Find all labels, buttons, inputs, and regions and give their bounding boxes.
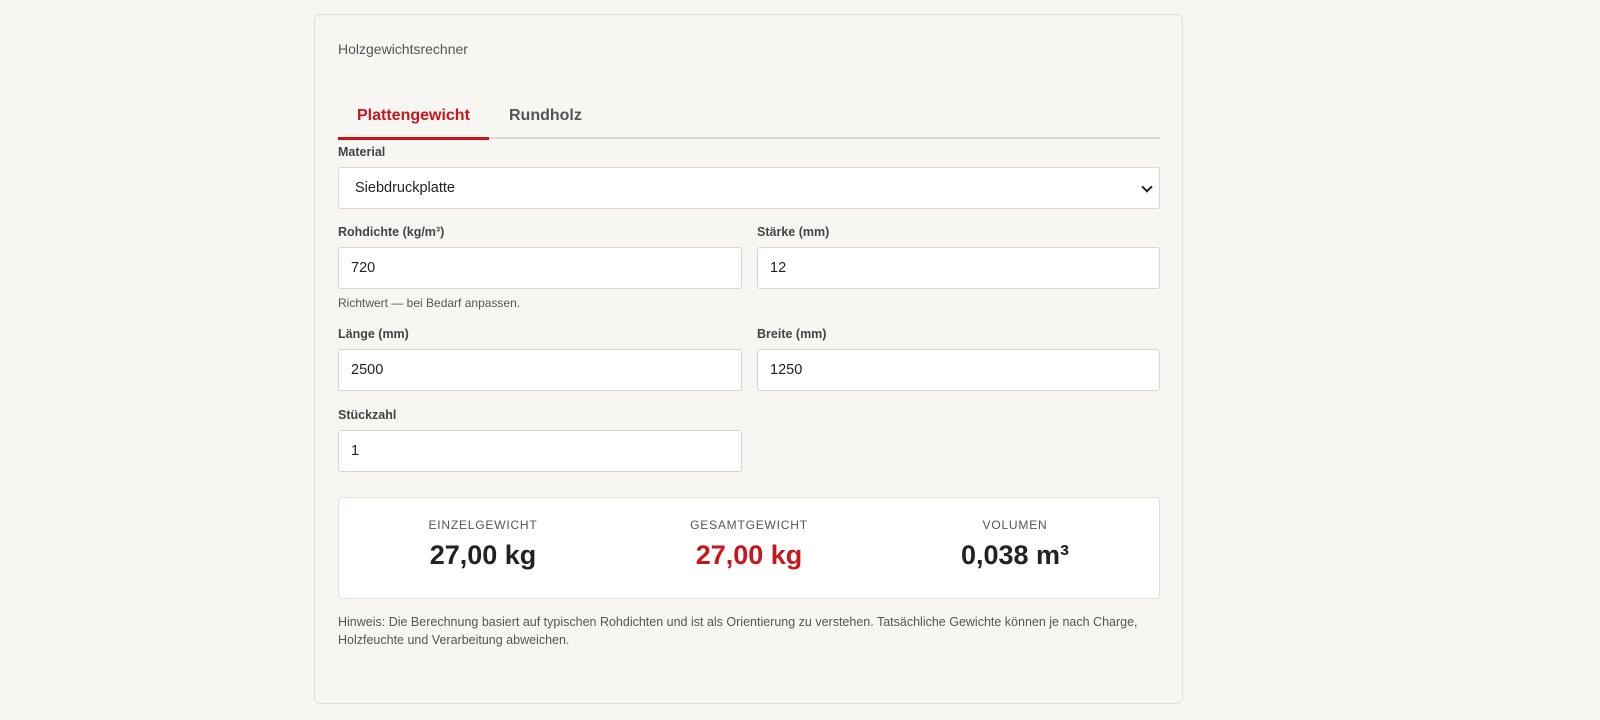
total-weight-value: 27,00 kg	[695, 540, 803, 570]
material-label: Material	[338, 145, 386, 159]
volume-label: VOLUMEN	[982, 518, 1048, 532]
result-total-weight: GESAMTGEWICHT 27,00 kg	[649, 518, 849, 571]
chevron-down-icon	[1141, 181, 1153, 193]
width-input[interactable]: 1250	[757, 349, 1160, 391]
width-label: Breite (mm)	[757, 327, 827, 341]
tab-plattengewicht[interactable]: Plattengewicht	[338, 91, 489, 140]
density-hint: Richtwert — bei Bedarf anpassen.	[338, 296, 521, 310]
result-single-weight: EINZELGEWICHT 27,00 kg	[383, 518, 583, 571]
single-weight-value: 27,00 kg	[429, 540, 537, 570]
tab-rundholz[interactable]: Rundholz	[489, 91, 601, 139]
thickness-input[interactable]: 12	[757, 247, 1160, 289]
result-volume: VOLUMEN 0,038 m³	[915, 518, 1115, 571]
density-label: Rohdichte (kg/m³)	[338, 225, 445, 239]
results-panel: EINZELGEWICHT 27,00 kg GESAMTGEWICHT 27,…	[338, 497, 1160, 599]
volume-value: 0,038 m³	[960, 540, 1070, 570]
length-input[interactable]: 2500	[338, 349, 742, 391]
length-label: Länge (mm)	[338, 327, 409, 341]
total-weight-label: GESAMTGEWICHT	[690, 518, 808, 532]
material-select[interactable]: Siebdruckplatte	[338, 167, 1160, 209]
material-select-value: Siebdruckplatte	[355, 180, 455, 196]
single-weight-label: EINZELGEWICHT	[428, 518, 538, 532]
thickness-label: Stärke (mm)	[757, 225, 830, 239]
card-title: Holzgewichtsrechner	[338, 41, 468, 57]
quantity-input[interactable]: 1	[338, 430, 742, 472]
quantity-label: Stückzahl	[338, 408, 397, 422]
density-input[interactable]: 720	[338, 247, 742, 289]
calculator-card: Holzgewichtsrechner Plattengewicht Rundh…	[314, 14, 1183, 704]
tab-bar: Plattengewicht Rundholz	[338, 91, 1160, 140]
disclaimer-note: Hinweis: Die Berechnung basiert auf typi…	[338, 615, 1138, 647]
